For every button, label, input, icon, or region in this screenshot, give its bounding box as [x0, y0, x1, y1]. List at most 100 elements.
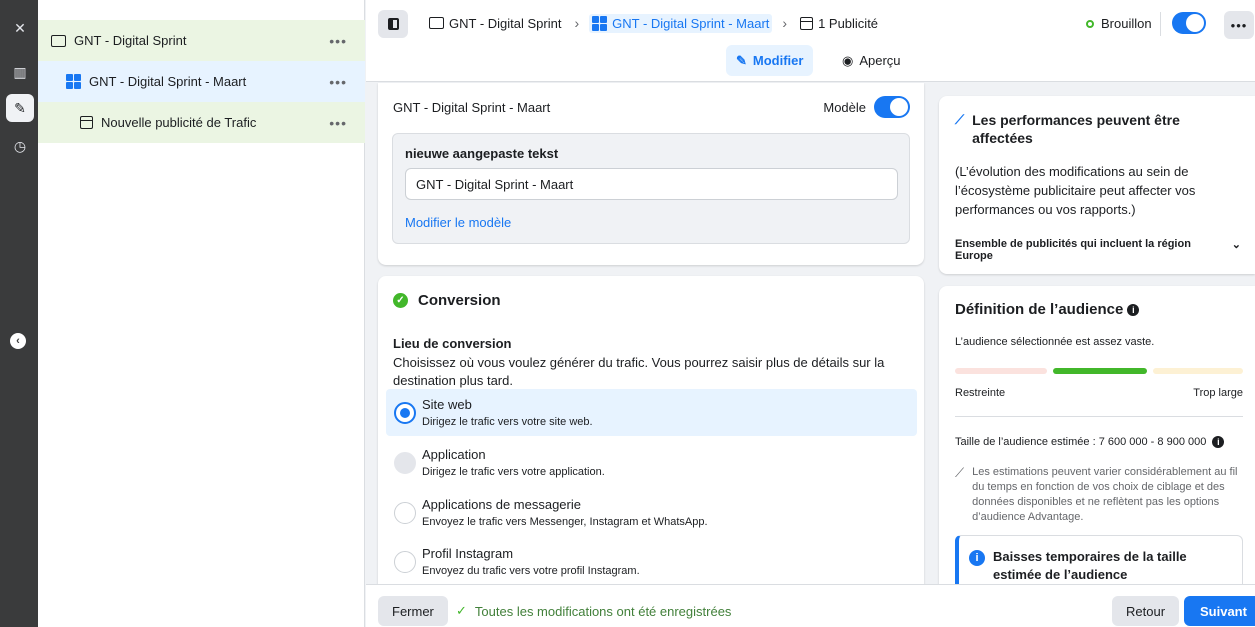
option-app[interactable]: Application Dirigez le trafic vers votre… — [386, 439, 917, 486]
close-icon[interactable]: ✕ — [6, 14, 34, 42]
audience-definition-card: Définition de l’audience i L’audience sé… — [939, 286, 1255, 596]
performance-title: Les performances peuvent être affectées — [972, 112, 1180, 146]
region-accordion[interactable]: Ensemble de publicités qui incluent la r… — [955, 238, 1241, 262]
breadcrumb-label: 1 Publicité — [818, 15, 879, 31]
check-circle-icon: ✓ — [393, 293, 408, 308]
tree-item-adset[interactable]: GNT - Digital Sprint - Maart ••• — [38, 61, 365, 102]
edit-mode-button[interactable]: ✎ Modifier — [726, 45, 814, 76]
conversion-location-title: Lieu de conversion — [393, 336, 512, 351]
meter-label-narrow: Restreinte — [955, 387, 1006, 399]
performance-warning-card: ⟋ Les performances peuvent être affectée… — [939, 96, 1255, 274]
trend-icon: ⟋ — [955, 465, 965, 480]
template-box: nieuwe aangepaste tekst GNT - Digital Sp… — [392, 133, 910, 244]
back-button[interactable]: Retour — [1112, 596, 1180, 626]
adset-grid-icon — [592, 15, 608, 31]
breadcrumb-label: GNT - Digital Sprint — [449, 15, 562, 31]
adset-grid-icon — [66, 74, 81, 89]
tree-item-campaign[interactable]: GNT - Digital Sprint ••• — [38, 20, 365, 61]
tree-item-label: Nouvelle publicité de Trafic — [101, 115, 257, 130]
save-status: ✓ Toutes les modifications ont été enreg… — [456, 603, 731, 619]
divider — [955, 416, 1243, 417]
chart-icon[interactable]: ▥ — [6, 58, 34, 86]
ad-icon — [800, 16, 814, 30]
info-icon[interactable]: i — [1127, 303, 1140, 316]
status-dot-icon — [1086, 19, 1094, 28]
edit-mode-label: Modifier — [752, 53, 804, 68]
option-subtitle: Dirigez le trafic vers votre application… — [422, 466, 605, 478]
top-bar: GNT - Digital Sprint › GNT - Digital Spr… — [366, 0, 1255, 82]
audience-title: Définition de l’audience — [955, 301, 1124, 318]
estimate-note-text: Les estimations peuvent varier considéra… — [972, 466, 1238, 523]
meter-segment-narrow — [955, 368, 1047, 374]
option-subtitle: Envoyez du trafic vers votre profil Inst… — [422, 565, 640, 577]
trend-icon: ⟋ — [955, 112, 965, 127]
save-status-text: Toutes les modifications ont été enregis… — [474, 603, 732, 619]
footer-bar: Fermer ✓ Toutes les modifications ont ét… — [366, 584, 1255, 627]
info-icon[interactable]: i — [1212, 436, 1225, 448]
conversion-title: Conversion — [418, 292, 501, 309]
edit-template-link[interactable]: Modifier le modèle — [405, 215, 511, 230]
breadcrumb-adset[interactable]: GNT - Digital Sprint - Maart — [589, 13, 773, 33]
adset-name-card: GNT - Digital Sprint - Maart Modèle nieu… — [378, 83, 924, 265]
conversion-location-description: Choisissez où vous voulez générer du tra… — [393, 355, 885, 388]
audience-subtitle: L’audience sélectionnée est assez vaste. — [955, 336, 1155, 348]
more-button[interactable]: ••• — [1224, 11, 1254, 39]
breadcrumb-campaign[interactable]: GNT - Digital Sprint — [426, 14, 564, 33]
left-rail: ✕ ▥ ✎ ◷ ‹ — [0, 0, 38, 627]
sidebar-toggle-button[interactable] — [378, 10, 408, 38]
next-button[interactable]: Suivant — [1184, 596, 1255, 626]
option-website[interactable]: Site web Dirigez le trafic vers votre si… — [386, 389, 917, 436]
breadcrumb-label: GNT - Digital Sprint - Maart — [612, 15, 770, 31]
ad-icon — [80, 116, 93, 129]
history-icon[interactable]: ◷ — [6, 132, 34, 160]
option-subtitle: Dirigez le trafic vers votre site web. — [422, 416, 593, 428]
tree-item-label: GNT - Digital Sprint - Maart — [89, 74, 247, 89]
preview-label: Aperçu — [859, 53, 901, 68]
eye-icon: ◉ — [842, 52, 854, 68]
option-title: Site web — [422, 397, 472, 412]
pencil-icon: ✎ — [736, 52, 747, 68]
folder-icon — [51, 34, 66, 47]
template-name-input[interactable]: GNT - Digital Sprint - Maart — [405, 168, 898, 200]
breadcrumb-ads[interactable]: 1 Publicité — [797, 14, 881, 33]
radio-button[interactable] — [394, 502, 416, 524]
edit-icon[interactable]: ✎ — [6, 94, 34, 122]
performance-header: ⟋ Les performances peuvent être affectée… — [955, 111, 1225, 147]
more-options-icon[interactable]: ••• — [329, 74, 347, 90]
template-toggle[interactable] — [874, 96, 910, 118]
conversion-card: ✓ Conversion Lieu de conversion Choisiss… — [378, 276, 924, 596]
template-toggle-group: Modèle — [823, 96, 910, 118]
meter-label-broad: Trop large — [1193, 387, 1243, 399]
alert-title: Baisses temporaires de la taille estimée… — [993, 549, 1187, 582]
collapse-icon[interactable]: ‹ — [10, 333, 26, 349]
tree-item-label: GNT - Digital Sprint — [74, 33, 187, 48]
option-messaging-apps[interactable]: Applications de messagerie Envoyez le tr… — [386, 489, 917, 536]
option-title: Profil Instagram — [422, 546, 514, 561]
accordion-label: Ensemble de publicités qui incluent la r… — [955, 238, 1191, 262]
folder-icon — [429, 17, 444, 29]
chevron-down-icon: ⌄ — [1231, 239, 1241, 251]
radio-button[interactable] — [394, 551, 416, 573]
more-options-icon[interactable]: ••• — [329, 115, 347, 131]
preview-button[interactable]: ◉ Aperçu — [834, 45, 909, 76]
option-title: Application — [422, 447, 486, 462]
chevron-right-icon: › — [782, 15, 788, 31]
radio-button[interactable] — [394, 402, 416, 424]
chevron-right-icon: › — [574, 15, 580, 31]
audience-header: Définition de l’audience i — [955, 301, 1140, 318]
checkmark-icon: ✓ — [456, 603, 467, 618]
campaign-tree: GNT - Digital Sprint ••• GNT - Digital S… — [38, 0, 365, 627]
publish-toggle[interactable] — [1172, 12, 1206, 34]
template-box-title: nieuwe aangepaste tekst — [405, 146, 559, 161]
breadcrumb: GNT - Digital Sprint › GNT - Digital Spr… — [426, 11, 881, 35]
option-title: Applications de messagerie — [422, 497, 581, 512]
performance-body: (L’évolution des modifications au sein d… — [955, 164, 1196, 217]
option-instagram-profile[interactable]: Profil Instagram Envoyez du trafic vers … — [386, 538, 917, 585]
radio-button[interactable] — [394, 452, 416, 474]
more-options-icon[interactable]: ••• — [329, 33, 347, 49]
tree-item-ad[interactable]: Nouvelle publicité de Trafic ••• — [38, 102, 365, 143]
meter-segment-broad — [1153, 368, 1243, 374]
close-button[interactable]: Fermer — [378, 596, 448, 626]
sidebar-icon — [387, 18, 399, 30]
divider — [1160, 12, 1161, 36]
